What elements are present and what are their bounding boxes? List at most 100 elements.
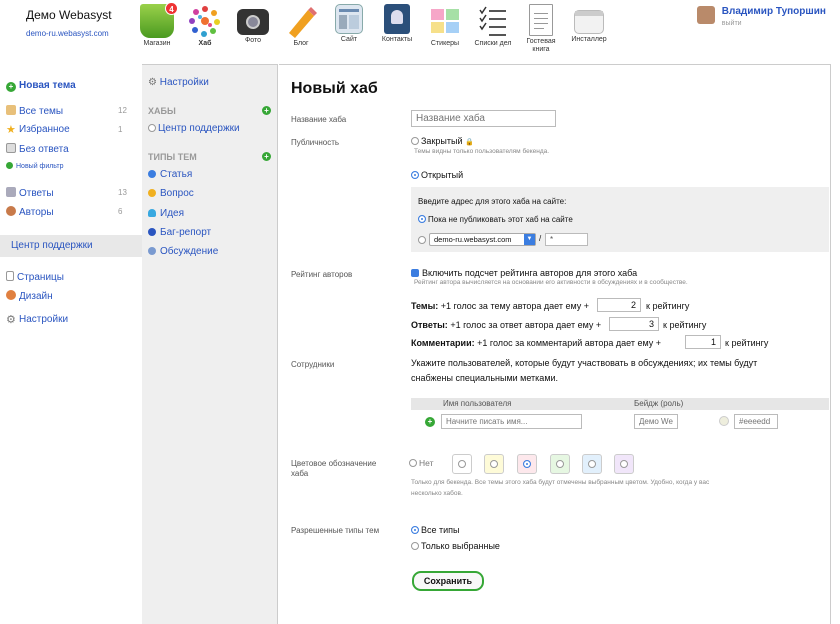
color-swatch-blue[interactable] xyxy=(582,454,602,474)
comments-text: +1 голос за комментарий автора дает ему … xyxy=(477,338,662,348)
closed-radio[interactable]: Закрытый 🔒 xyxy=(411,136,474,146)
publish-radio[interactable] xyxy=(418,235,428,245)
brand[interactable]: Демо Webasyst demo-ru.webasyst.com xyxy=(26,8,112,38)
sidebar-item-favorites[interactable]: ★ Избранное 1 xyxy=(6,124,122,136)
new-filter-link[interactable]: Новый фильтр xyxy=(6,162,64,170)
gear-icon: ⚙ xyxy=(6,314,16,326)
app-label: Инсталлер xyxy=(571,36,607,43)
idea-bulb-icon xyxy=(148,209,156,217)
brand-title[interactable]: Демо Webasyst xyxy=(26,8,112,22)
save-button[interactable]: Сохранить xyxy=(412,571,484,591)
new-topic-link[interactable]: + Новая тема xyxy=(6,80,76,92)
add-icon: + xyxy=(6,82,16,92)
radio-icon xyxy=(411,542,419,550)
selected-types-radio[interactable]: Только выбранные xyxy=(411,541,500,551)
add-hub-icon[interactable]: + xyxy=(262,106,271,115)
add-type-icon[interactable]: + xyxy=(262,152,271,161)
url-slash: / xyxy=(539,234,542,243)
type-item-bug[interactable]: Баг-репорт xyxy=(148,227,211,238)
type-label: Идея xyxy=(160,208,184,219)
sidebar-item-support-center[interactable]: Центр поддержки xyxy=(0,235,142,257)
hub-support-label: Центр поддержки xyxy=(158,123,240,134)
closed-label: Закрытый xyxy=(421,136,463,146)
comments-rating-input[interactable] xyxy=(685,335,721,349)
type-item-discussion[interactable]: Обсуждение xyxy=(148,246,218,257)
url-input[interactable] xyxy=(545,233,588,246)
color-label-1: Цветовое обозначение xyxy=(291,459,377,468)
shop-basket-icon: 4 xyxy=(140,2,178,38)
chevron-down-icon: ▼ xyxy=(524,234,535,245)
types-header: ТИПЫ ТЕМ xyxy=(148,152,197,162)
url-prompt: Введите адрес для этого хаба на сайте: xyxy=(418,197,567,206)
type-label: Баг-репорт xyxy=(160,227,212,238)
badge-color-input[interactable] xyxy=(734,414,778,429)
star-icon: ★ xyxy=(6,124,16,136)
domain-select[interactable]: demo-ru.webasyst.com ▼ xyxy=(429,233,536,246)
question-icon xyxy=(148,189,156,197)
radio-icon xyxy=(588,460,596,468)
sidebar-item-answers[interactable]: Ответы 13 xyxy=(6,187,127,199)
answers-rating-input[interactable] xyxy=(609,317,659,331)
app-installer[interactable]: Инсталлер xyxy=(559,4,619,44)
user-name[interactable]: Владимир Тупоршин xyxy=(722,6,826,17)
guestbook-icon xyxy=(529,4,553,36)
rating-enable-label: Включить подсчет рейтинга авторов для эт… xyxy=(422,268,638,278)
sidebar-item-pages[interactable]: Страницы xyxy=(6,271,64,283)
all-types-radio[interactable]: Все типы xyxy=(411,525,460,535)
color-swatch-white[interactable] xyxy=(452,454,472,474)
type-item-article[interactable]: Статья xyxy=(148,169,192,180)
user-block[interactable]: Владимир Тупоршин выйти xyxy=(697,6,826,28)
color-swatch-yellow[interactable] xyxy=(484,454,504,474)
page-title: Новый хаб xyxy=(291,80,378,97)
answers-icon xyxy=(6,187,16,197)
rating-label: Рейтинг авторов xyxy=(291,270,353,279)
hub-settings-link[interactable]: ⚙ Настройки xyxy=(148,77,209,88)
brand-url[interactable]: demo-ru.webasyst.com xyxy=(26,29,112,38)
discussion-person-icon xyxy=(148,247,156,255)
hub-sidebar: ⚙ Настройки ХАБЫ + Центр поддержки ТИПЫ … xyxy=(142,64,278,624)
sidebar-item-settings[interactable]: ⚙ Настройки xyxy=(6,314,68,326)
all-topics-label: Все темы xyxy=(19,106,64,117)
open-radio[interactable]: Открытый xyxy=(411,170,463,180)
hub-item-support[interactable]: Центр поддержки xyxy=(148,123,240,134)
article-icon xyxy=(148,170,156,178)
answers-label: Ответы xyxy=(19,188,54,199)
radio-icon xyxy=(523,460,531,468)
col-user-name: Имя пользователя xyxy=(443,399,512,408)
sidebar-item-no-answer[interactable]: Без ответа xyxy=(6,143,69,155)
user-search-input[interactable] xyxy=(441,414,582,429)
topics-rating-input[interactable] xyxy=(597,298,641,312)
radio-icon xyxy=(418,236,426,244)
publicity-label: Публичность xyxy=(291,138,340,147)
color-swatch-green[interactable] xyxy=(550,454,570,474)
gear-icon: ⚙ xyxy=(148,77,160,88)
no-publish-radio[interactable]: Пока не публиковать этот хаб на сайте xyxy=(418,215,573,224)
comments-bold: Комментарии: xyxy=(411,338,475,348)
staff-desc-2: снабжены специальными метками. xyxy=(411,373,559,383)
checkbox-icon xyxy=(411,269,419,277)
add-user-icon[interactable]: + xyxy=(425,417,435,427)
hub-name-input[interactable] xyxy=(411,110,556,127)
answers-text: +1 голос за ответ автора дает ему + xyxy=(450,320,602,330)
new-filter-label: Новый фильтр xyxy=(16,163,64,170)
logout-link[interactable]: выйти xyxy=(722,20,742,27)
answers-count: 13 xyxy=(118,188,127,197)
rating-checkbox[interactable]: Включить подсчет рейтинга авторов для эт… xyxy=(411,268,637,278)
type-item-idea[interactable]: Идея xyxy=(148,208,184,219)
color-swatch-pink[interactable] xyxy=(517,454,537,474)
sidebar-item-all-topics[interactable]: Все темы 12 xyxy=(6,105,127,117)
sidebar-item-authors[interactable]: Авторы 6 xyxy=(6,206,122,218)
avatar[interactable] xyxy=(697,6,715,24)
badge-color-swatch[interactable] xyxy=(719,416,729,426)
badge-input[interactable] xyxy=(634,414,678,429)
topics-rating-row: Темы: +1 голос за тему автора дает ему + xyxy=(411,301,589,311)
sidebar-item-design[interactable]: Дизайн xyxy=(6,290,53,302)
domain-value: demo-ru.webasyst.com xyxy=(434,235,512,244)
new-topic-label: Новая тема xyxy=(19,80,76,91)
stickies-icon xyxy=(428,4,462,38)
answers-suffix: к рейтингу xyxy=(663,320,707,330)
site-icon xyxy=(335,4,363,34)
color-none-radio[interactable]: Нет xyxy=(409,458,433,468)
color-swatch-purple[interactable] xyxy=(614,454,634,474)
type-item-question[interactable]: Вопрос xyxy=(148,188,194,199)
